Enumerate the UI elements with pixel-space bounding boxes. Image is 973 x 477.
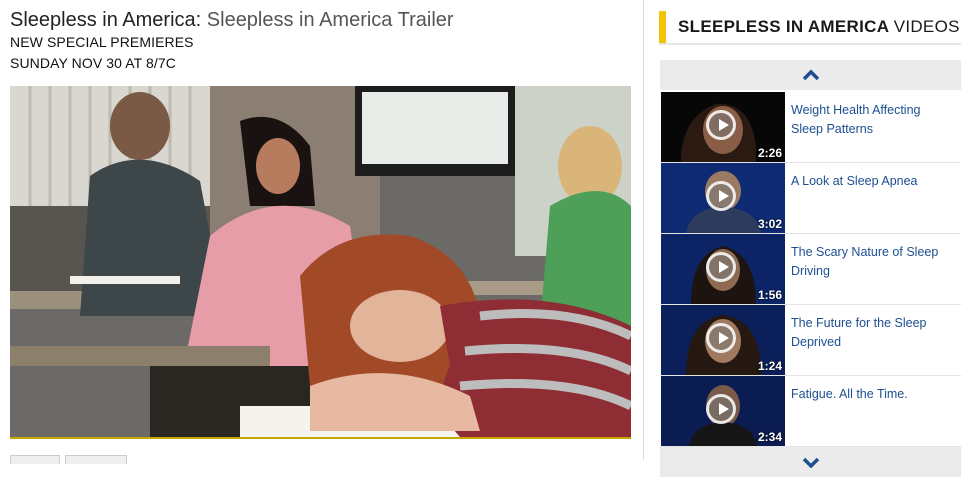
video-frame-image <box>10 86 631 437</box>
video-link[interactable]: The Future for the Sleep Deprived <box>791 314 951 352</box>
video-title: Sleepless in America Trailer <box>206 9 454 31</box>
chevron-up-icon <box>802 69 819 81</box>
heading-light: VIDEOS <box>893 17 960 36</box>
title-separator: : <box>195 9 202 31</box>
sidebar-heading: SLEEPLESS IN AMERICA VIDEOS <box>659 11 959 43</box>
page-title: Sleepless in America: Sleepless in Ameri… <box>10 7 454 33</box>
video-list: 2:26 Weight Health Affecting Sleep Patte… <box>660 92 961 447</box>
duration-badge: 2:26 <box>757 146 782 160</box>
premiere-line: NEW SPECIAL PREMIERES <box>10 34 194 50</box>
list-item[interactable]: 2:34 Fatigue. All the Time. <box>660 376 961 447</box>
video-thumbnail[interactable]: 1:24 <box>661 305 785 375</box>
video-thumbnail[interactable]: 3:02 <box>661 163 785 233</box>
video-thumbnail[interactable]: 2:34 <box>661 376 785 446</box>
video-player[interactable] <box>10 86 631 439</box>
show-title: Sleepless in America <box>10 9 196 31</box>
list-item[interactable]: 1:24 The Future for the Sleep Deprived <box>660 305 961 376</box>
duration-badge: 1:56 <box>757 288 782 302</box>
duration-badge: 1:24 <box>757 359 782 373</box>
chevron-down-icon <box>802 457 819 468</box>
video-thumbnail[interactable]: 1:56 <box>661 234 785 304</box>
heading-bold: SLEEPLESS IN AMERICA <box>678 17 889 36</box>
video-link[interactable]: Fatigue. All the Time. <box>791 385 951 404</box>
list-item[interactable]: 1:56 The Scary Nature of Sleep Driving <box>660 234 961 305</box>
play-icon <box>706 110 736 140</box>
scroll-down-button[interactable] <box>660 447 961 477</box>
video-thumbnail[interactable]: 2:26 <box>661 92 785 162</box>
heading-divider <box>659 43 961 45</box>
airdate-line: SUNDAY NOV 30 at 8/7c <box>10 55 177 71</box>
column-divider <box>643 0 644 460</box>
video-link[interactable]: The Scary Nature of Sleep Driving <box>791 243 951 281</box>
scroll-up-button[interactable] <box>660 60 961 90</box>
video-link[interactable]: Weight Health Affecting Sleep Patterns <box>791 101 951 139</box>
list-item[interactable]: 3:02 A Look at Sleep Apnea <box>660 163 961 234</box>
heading-accent-bar <box>659 11 666 43</box>
play-icon <box>706 394 736 424</box>
play-icon <box>706 323 736 353</box>
play-icon <box>706 252 736 282</box>
list-item[interactable]: 2:26 Weight Health Affecting Sleep Patte… <box>660 92 961 163</box>
duration-badge: 3:02 <box>757 217 782 231</box>
duration-badge: 2:34 <box>757 430 782 444</box>
play-icon <box>706 181 736 211</box>
video-link[interactable]: A Look at Sleep Apnea <box>791 172 951 191</box>
